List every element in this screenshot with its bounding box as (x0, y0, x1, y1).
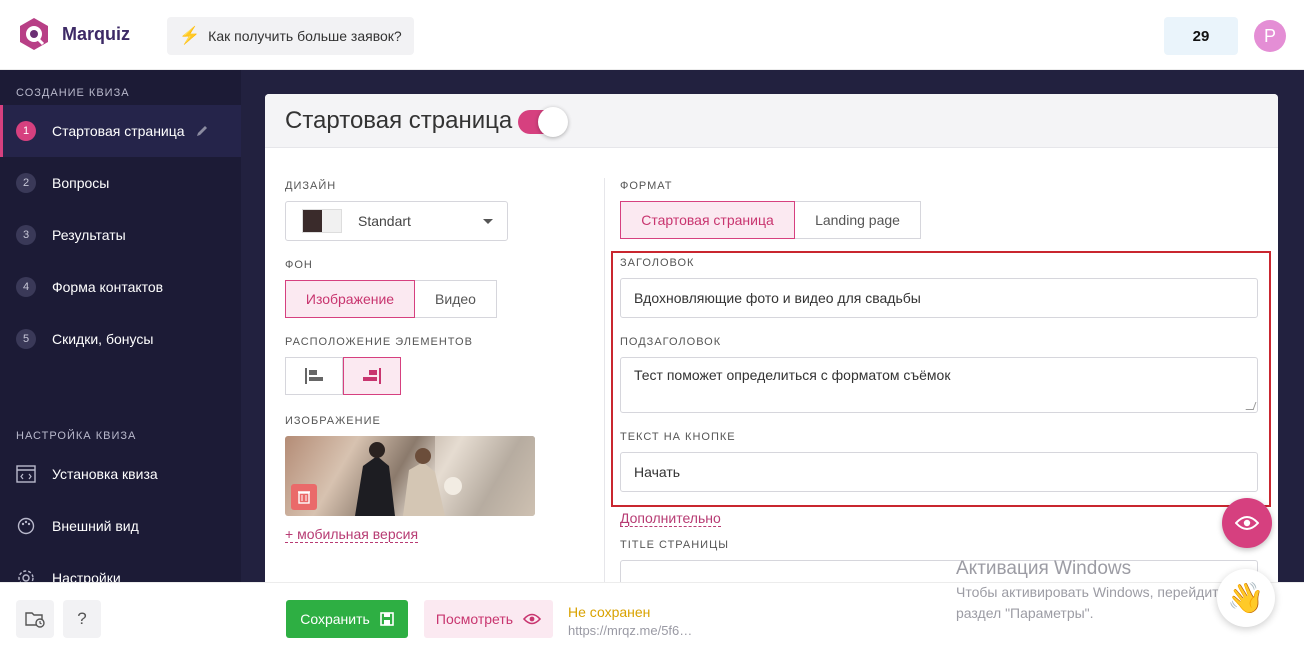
history-button[interactable] (16, 600, 54, 638)
windows-watermark-text: Чтобы активировать Windows, перейдите в … (956, 582, 1226, 624)
help-button[interactable]: ? (63, 600, 101, 638)
page-title-label: TITLE СТРАНИЦЫ (620, 539, 729, 551)
sidebar-item-label: Форма контактов (52, 279, 164, 295)
format-option-start-page[interactable]: Стартовая страница (620, 201, 795, 239)
eye-icon (523, 613, 542, 625)
heading-input[interactable]: Вдохновляющие фото и видео для свадьбы (620, 278, 1258, 318)
sidebar-item-label: Установка квиза (52, 466, 158, 482)
start-page-toggle[interactable] (518, 107, 568, 137)
page-title-input[interactable] (620, 560, 1258, 582)
sidebar-section-create: СОЗДАНИЕ КВИЗА (16, 87, 130, 99)
pencil-icon[interactable] (195, 124, 209, 138)
design-thumbnail (302, 209, 342, 233)
layout-label: РАСПОЛОЖЕНИЕ ЭЛЕМЕНТОВ (285, 336, 473, 348)
step-number: 4 (16, 277, 36, 297)
more-settings-link[interactable]: Дополнительно (620, 510, 721, 527)
bg-option-video[interactable]: Видео (415, 280, 497, 318)
sidebar-item-label: Результаты (52, 227, 126, 243)
align-right-icon (363, 368, 381, 384)
sidebar-item-label: Стартовая страница (52, 123, 185, 139)
layout-right-button[interactable] (343, 357, 401, 395)
save-label: Сохранить (300, 611, 370, 627)
watermark-line: раздел "Параметры". (956, 605, 1094, 621)
button-text-label: ТЕКСТ НА КНОПКЕ (620, 431, 736, 443)
align-left-icon (305, 368, 323, 384)
top-bar: Marquiz ⚡ Как получить больше заявок? 29… (0, 0, 1304, 70)
subheading-value: Тест поможет определиться с форматом съё… (634, 367, 951, 383)
sidebar-item-install[interactable]: Установка квиза (0, 448, 241, 500)
logo-text: Marquiz (62, 23, 131, 44)
design-select[interactable]: Standart (285, 201, 508, 241)
sidebar-item-label: Вопросы (52, 175, 110, 191)
image-label: ИЗОБРАЖЕНИЕ (285, 415, 381, 427)
subheading-textarea[interactable]: Тест поможет определиться с форматом съё… (620, 357, 1258, 413)
notification-counter[interactable]: 29 (1164, 17, 1238, 55)
format-label: ФОРМАТ (620, 180, 673, 192)
sidebar-item-appearance[interactable]: Внешний вид (0, 500, 241, 552)
eye-icon (1235, 516, 1259, 530)
watermark-line: Чтобы активировать Windows, перейдите в (956, 584, 1226, 600)
step-number: 2 (16, 173, 36, 193)
gear-icon (16, 568, 36, 582)
step-number: 1 (16, 121, 36, 141)
start-image-preview[interactable] (285, 436, 535, 516)
mobile-version-link[interactable]: + мобильная версия (285, 526, 419, 543)
background-label: ФОН (285, 259, 313, 271)
preview-fab[interactable] (1222, 498, 1272, 548)
more-leads-tip-button[interactable]: ⚡ Как получить больше заявок? (167, 17, 414, 55)
step-number: 3 (16, 225, 36, 245)
sidebar-item-settings[interactable]: Настройки (0, 552, 241, 582)
save-button[interactable]: Сохранить (286, 600, 408, 638)
background-segmented: Изображение Видео (285, 280, 497, 318)
logo[interactable]: Marquiz (16, 16, 130, 52)
save-status: Не сохранен (568, 604, 651, 620)
format-option-landing[interactable]: Landing page (795, 201, 921, 239)
wedding-photo (355, 436, 535, 516)
windows-watermark-title: Активация Windows (956, 558, 1132, 579)
layout-left-button[interactable] (285, 357, 343, 395)
column-divider (604, 178, 605, 582)
button-text-input[interactable]: Начать (620, 452, 1258, 492)
heading-label: ЗАГОЛОВОК (620, 257, 695, 269)
page-title: Стартовая страница (285, 107, 513, 134)
view-label: Посмотреть (435, 611, 514, 627)
layout-segmented (285, 357, 401, 395)
start-page-panel: Стартовая страница ДИЗАЙН Standart ФОН И… (265, 94, 1278, 582)
chevron-down-icon (483, 219, 493, 224)
sidebar-item-label: Скидки, бонусы (52, 331, 154, 347)
sidebar-item-label: Внешний вид (52, 518, 139, 534)
tip-label: Как получить больше заявок? (208, 28, 402, 44)
design-value: Standart (358, 213, 411, 229)
view-button[interactable]: Посмотреть (424, 600, 553, 638)
sidebar-item-start-page[interactable]: 1 Стартовая страница (0, 105, 241, 157)
subheading-label: ПОДЗАГОЛОВОК (620, 336, 722, 348)
chat-widget-button[interactable]: 👋 (1217, 569, 1275, 627)
lightning-icon: ⚡ (179, 26, 201, 45)
marquiz-logo-icon (20, 18, 48, 50)
design-label: ДИЗАЙН (285, 180, 337, 192)
quiz-url[interactable]: https://mrqz.me/5f6… (568, 623, 692, 638)
trash-icon[interactable] (291, 484, 317, 510)
toggle-knob (538, 107, 568, 137)
code-window-icon (16, 464, 36, 484)
sidebar-item-results[interactable]: 3 Результаты (0, 209, 241, 261)
sidebar: СОЗДАНИЕ КВИЗА 1 Стартовая страница 2 Во… (0, 70, 241, 582)
sidebar-section-settings: НАСТРОЙКА КВИЗА (16, 430, 137, 442)
folder-clock-icon (25, 612, 45, 628)
sidebar-item-questions[interactable]: 2 Вопросы (0, 157, 241, 209)
sidebar-item-contact-form[interactable]: 4 Форма контактов (0, 261, 241, 313)
sidebar-item-discounts[interactable]: 5 Скидки, бонусы (0, 313, 241, 365)
waving-hand-icon: 👋 (1227, 581, 1265, 615)
resize-handle[interactable] (1245, 402, 1257, 410)
step-number: 5 (16, 329, 36, 349)
bg-option-image[interactable]: Изображение (285, 280, 415, 318)
format-segmented: Стартовая страница Landing page (620, 201, 921, 239)
panel-header: Стартовая страница (265, 94, 1278, 148)
sidebar-item-label: Настройки (52, 570, 121, 582)
user-avatar[interactable]: P (1254, 20, 1286, 52)
floppy-disk-icon (379, 612, 394, 626)
palette-icon (16, 516, 36, 536)
